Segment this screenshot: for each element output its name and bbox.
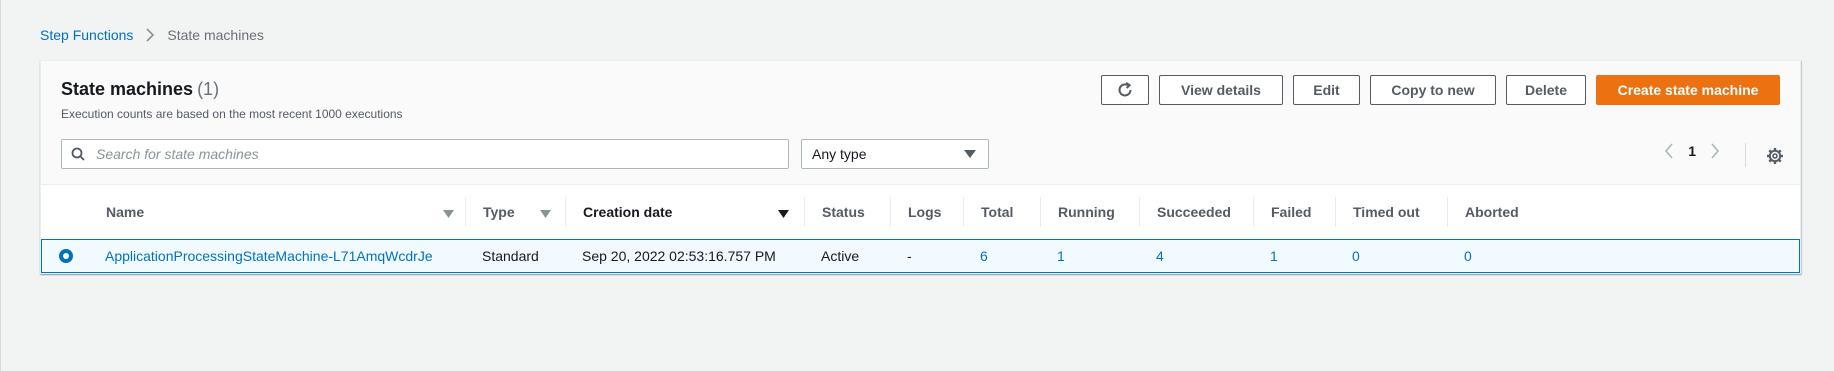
column-header-aborted[interactable]: Aborted: [1447, 185, 1567, 239]
column-header-total[interactable]: Total: [963, 185, 1040, 239]
refresh-button[interactable]: [1101, 75, 1149, 105]
cell-aborted-link[interactable]: 0: [1446, 240, 1472, 272]
search-icon: [62, 147, 94, 161]
chevron-right-icon: [145, 28, 155, 42]
refresh-icon: [1116, 81, 1134, 99]
table-row[interactable]: ApplicationProcessingStateMachine-L71Amq…: [41, 239, 1800, 273]
breadcrumb-step-functions[interactable]: Step Functions: [40, 27, 133, 43]
search-box: [61, 139, 789, 169]
row-radio-selected[interactable]: [59, 249, 73, 263]
column-label-name: Name: [106, 204, 145, 220]
left-rail: [0, 0, 1, 371]
column-header-logs[interactable]: Logs: [890, 185, 963, 239]
sort-caret-icon: [443, 205, 454, 221]
cell-failed-link[interactable]: 1: [1252, 240, 1278, 272]
edit-button[interactable]: Edit: [1293, 75, 1360, 105]
next-page-icon[interactable]: [1710, 143, 1720, 159]
cell-succeeded-link[interactable]: 4: [1138, 240, 1164, 272]
cell-name-link[interactable]: ApplicationProcessingStateMachine-L71Amq…: [87, 240, 433, 272]
pagination: 1: [1664, 143, 1720, 159]
cell-total-link[interactable]: 6: [962, 240, 988, 272]
cell-type: Standard: [482, 248, 539, 264]
settings-gear-icon[interactable]: [1764, 145, 1786, 167]
delete-button[interactable]: Delete: [1506, 75, 1586, 105]
create-state-machine-button[interactable]: Create state machine: [1596, 75, 1780, 105]
action-toolbar: View details Edit Copy to new Delete Cre…: [1101, 75, 1780, 105]
pager-divider: [1745, 143, 1746, 167]
page-title: State machines (1): [61, 79, 219, 100]
panel-subtitle: Execution counts are based on the most r…: [61, 107, 403, 121]
title-count: (1): [197, 79, 220, 99]
breadcrumb-current: State machines: [167, 27, 264, 43]
type-filter-value: Any type: [812, 146, 867, 162]
title-text: State machines: [61, 79, 194, 99]
caret-down-icon: [964, 150, 976, 158]
breadcrumb: Step Functions State machines: [40, 25, 264, 45]
column-label-type: Type: [483, 204, 515, 220]
view-details-button[interactable]: View details: [1159, 75, 1283, 105]
cell-running-link[interactable]: 1: [1039, 240, 1065, 272]
copy-to-new-button[interactable]: Copy to new: [1370, 75, 1496, 105]
column-header-creation-date[interactable]: Creation date: [565, 185, 805, 239]
type-filter-select[interactable]: Any type: [801, 139, 989, 169]
cell-creation-date: Sep 20, 2022 02:53:16.757 PM: [582, 248, 776, 264]
search-input[interactable]: [94, 141, 788, 167]
column-label-creation-date: Creation date: [583, 204, 673, 220]
column-header-failed[interactable]: Failed: [1253, 185, 1335, 239]
column-header-succeeded[interactable]: Succeeded: [1139, 185, 1253, 239]
column-header-name[interactable]: Name: [88, 185, 468, 239]
previous-page-icon[interactable]: [1664, 143, 1674, 159]
column-header-status[interactable]: Status: [804, 185, 890, 239]
table-header: Name Type Creation date Status Logs Tota…: [41, 185, 1800, 239]
column-header-type[interactable]: Type: [465, 185, 565, 239]
cell-logs: -: [907, 248, 912, 264]
sort-descending-icon: [778, 205, 789, 221]
page-number[interactable]: 1: [1688, 143, 1696, 159]
column-header-timed-out[interactable]: Timed out: [1335, 185, 1447, 239]
panel-header: State machines (1) Execution counts are b…: [41, 61, 1800, 185]
cell-timed-out-link[interactable]: 0: [1334, 240, 1360, 272]
cell-status: Active: [821, 248, 860, 264]
column-header-running[interactable]: Running: [1040, 185, 1139, 239]
sort-caret-icon: [540, 205, 551, 221]
state-machines-panel: State machines (1) Execution counts are b…: [40, 60, 1801, 274]
